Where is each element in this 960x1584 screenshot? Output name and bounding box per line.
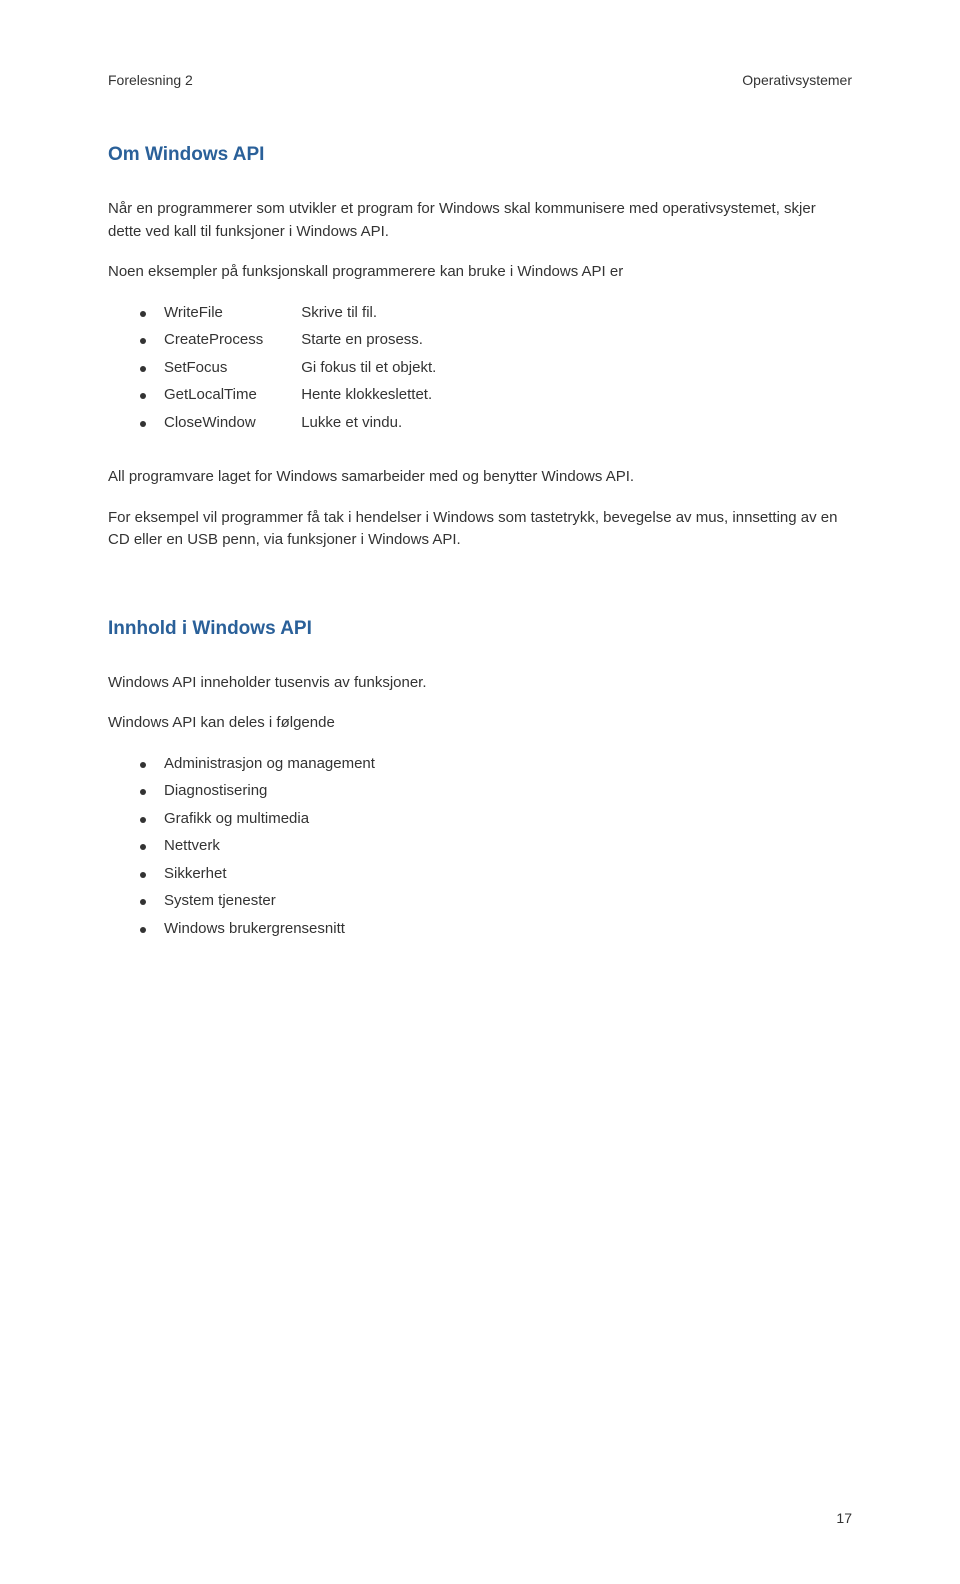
- category-list: Administrasjon og management Diagnostise…: [108, 753, 852, 941]
- list-item: WriteFile: [108, 302, 263, 325]
- bullet-icon: [140, 899, 146, 905]
- list-item-label: System tjenester: [164, 890, 276, 913]
- bullet-icon: [140, 927, 146, 933]
- bullet-icon: [140, 421, 146, 427]
- list-item: Grafikk og multimedia: [108, 808, 852, 831]
- list-item: Administrasjon og management: [108, 753, 852, 776]
- list-item-label: Administrasjon og management: [164, 753, 375, 776]
- bullet-icon: [140, 338, 146, 344]
- list-item: SetFocus: [108, 357, 263, 380]
- body-paragraph: Windows API kan deles i følgende: [108, 712, 852, 735]
- body-paragraph: For eksempel vil programmer få tak i hen…: [108, 507, 852, 552]
- list-item: Skrive til fil.: [301, 302, 436, 325]
- api-function-names-col: WriteFile CreateProcess SetFocus GetLoca…: [108, 302, 263, 435]
- header-left: Forelesning 2: [108, 72, 193, 88]
- bullet-icon: [140, 844, 146, 850]
- api-function-desc: Gi fokus til et objekt.: [301, 357, 436, 380]
- api-function-name: CloseWindow: [164, 412, 256, 435]
- api-function-desc-col: Skrive til fil. Starte en prosess. Gi fo…: [301, 302, 436, 435]
- list-item: Starte en prosess.: [301, 329, 436, 352]
- api-function-desc: Hente klokkeslettet.: [301, 384, 432, 407]
- body-paragraph: All programvare laget for Windows samarb…: [108, 466, 852, 489]
- api-function-desc: Lukke et vindu.: [301, 412, 402, 435]
- list-item: Gi fokus til et objekt.: [301, 357, 436, 380]
- list-item: CreateProcess: [108, 329, 263, 352]
- list-item: GetLocalTime: [108, 384, 263, 407]
- page-header: Forelesning 2 Operativsystemer: [108, 72, 852, 88]
- list-item-label: Diagnostisering: [164, 780, 267, 803]
- list-item-label: Windows brukergrensesnitt: [164, 918, 345, 941]
- list-item: Diagnostisering: [108, 780, 852, 803]
- page-number: 17: [836, 1510, 852, 1526]
- bullet-icon: [140, 393, 146, 399]
- bullet-icon: [140, 789, 146, 795]
- api-function-list: WriteFile CreateProcess SetFocus GetLoca…: [108, 302, 852, 435]
- api-function-desc: Skrive til fil.: [301, 302, 377, 325]
- examples-intro: Noen eksempler på funksjonskall programm…: [108, 261, 852, 284]
- api-function-name: CreateProcess: [164, 329, 263, 352]
- section-title-om-windows-api: Om Windows API: [108, 144, 852, 166]
- bullet-icon: [140, 311, 146, 317]
- list-item: Sikkerhet: [108, 863, 852, 886]
- api-function-desc: Starte en prosess.: [301, 329, 423, 352]
- list-item: Windows brukergrensesnitt: [108, 918, 852, 941]
- header-right: Operativsystemer: [742, 72, 852, 88]
- api-function-name: GetLocalTime: [164, 384, 257, 407]
- list-item: Nettverk: [108, 835, 852, 858]
- list-item: CloseWindow: [108, 412, 263, 435]
- list-item: Hente klokkeslettet.: [301, 384, 436, 407]
- bullet-icon: [140, 762, 146, 768]
- list-item-label: Nettverk: [164, 835, 220, 858]
- intro-paragraph: Når en programmerer som utvikler et prog…: [108, 198, 852, 243]
- body-paragraph: Windows API inneholder tusenvis av funks…: [108, 672, 852, 695]
- list-item-label: Grafikk og multimedia: [164, 808, 309, 831]
- list-item: System tjenester: [108, 890, 852, 913]
- list-item: Lukke et vindu.: [301, 412, 436, 435]
- bullet-icon: [140, 366, 146, 372]
- section-title-innhold: Innhold i Windows API: [108, 618, 852, 640]
- api-function-name: WriteFile: [164, 302, 223, 325]
- bullet-icon: [140, 872, 146, 878]
- list-item-label: Sikkerhet: [164, 863, 227, 886]
- bullet-icon: [140, 817, 146, 823]
- api-function-name: SetFocus: [164, 357, 227, 380]
